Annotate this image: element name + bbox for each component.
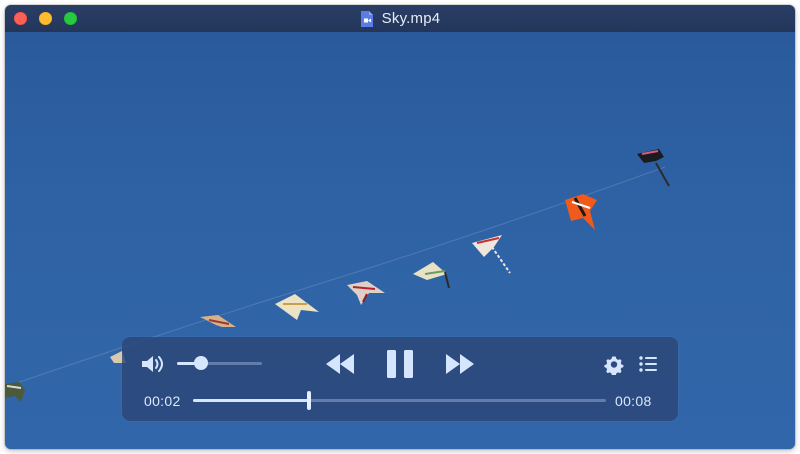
window-title-group: Sky.mp4 xyxy=(5,5,795,32)
list-icon[interactable] xyxy=(637,353,659,375)
volume-knob[interactable] xyxy=(194,356,208,370)
kite-6 xyxy=(275,294,319,320)
kite-4 xyxy=(413,262,450,289)
kite-7 xyxy=(200,315,236,327)
fast-forward-icon[interactable] xyxy=(444,352,476,376)
speaker-icon[interactable] xyxy=(140,353,164,375)
gear-icon[interactable] xyxy=(603,353,625,375)
kite-5 xyxy=(347,281,385,305)
pause-icon[interactable] xyxy=(385,348,415,380)
rewind-icon[interactable] xyxy=(324,352,356,376)
duration-time: 00:08 xyxy=(615,393,652,409)
video-frame[interactable]: 00:02 00:08 xyxy=(5,32,795,449)
progress-fill xyxy=(193,399,309,402)
title-bar[interactable]: Sky.mp4 xyxy=(5,5,795,33)
kite-9 xyxy=(5,382,25,402)
playback-controls: 00:02 00:08 xyxy=(122,337,678,421)
player-window: Sky.mp4 00:02 00:08 xyxy=(5,5,795,449)
window-title: Sky.mp4 xyxy=(381,10,441,27)
kite-2 xyxy=(565,194,597,230)
video-file-icon xyxy=(360,10,373,27)
current-time: 00:02 xyxy=(144,393,181,409)
kite-3 xyxy=(472,235,511,274)
progress-scrubber[interactable] xyxy=(307,391,311,410)
